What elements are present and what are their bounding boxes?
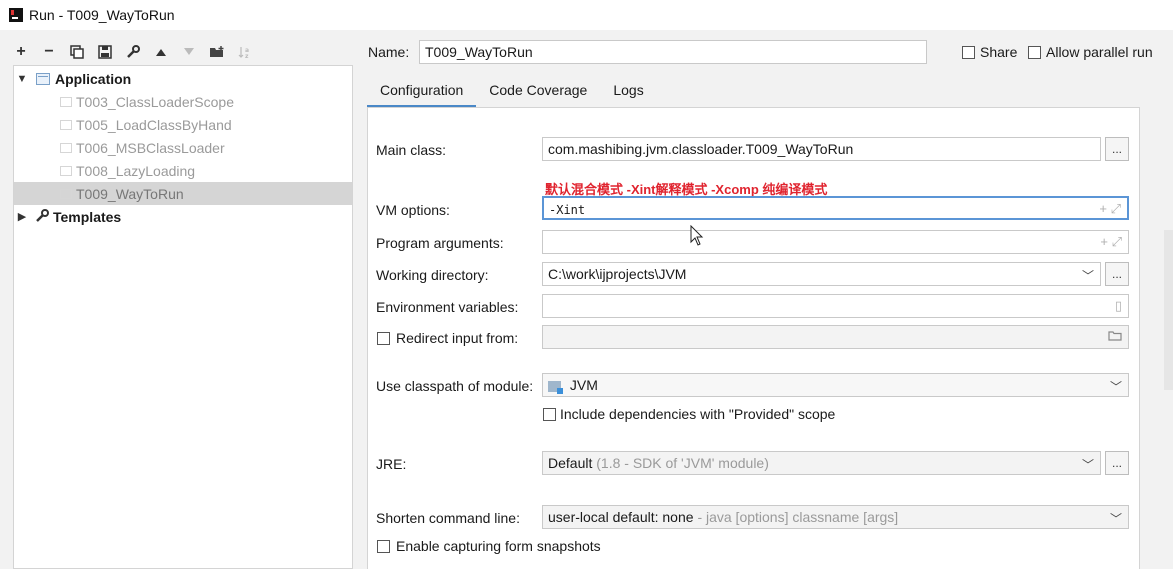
chevron-down-icon[interactable]: ﹀ xyxy=(1082,456,1094,473)
run-config-icon xyxy=(60,142,72,153)
scrollbar[interactable] xyxy=(1164,230,1173,390)
allow-parallel-checkbox[interactable]: Allow parallel run xyxy=(1028,44,1153,60)
copy-icon[interactable] xyxy=(66,41,88,63)
edit-list-icon[interactable]: ▯ xyxy=(1115,298,1122,314)
browse-jre-button[interactable]: ... xyxy=(1105,451,1129,475)
run-config-icon xyxy=(60,188,72,199)
sort-icon[interactable]: az xyxy=(234,41,256,63)
run-config-icon xyxy=(60,119,72,130)
jre-value: Default xyxy=(548,455,593,471)
share-checkbox[interactable]: Share xyxy=(962,44,1017,60)
checkbox-icon[interactable] xyxy=(962,45,975,59)
wrench-icon[interactable] xyxy=(122,41,144,63)
tree-item-label: T009_WayToRun xyxy=(76,185,184,202)
working-directory-label: Working directory: xyxy=(376,267,489,283)
shorten-command-line-value: user-local default: none xyxy=(548,509,694,525)
enable-snapshots-label: Enable capturing form snapshots xyxy=(396,538,601,554)
vm-options-value: -Xint xyxy=(549,203,586,217)
title-bar: Run - T009_WayToRun xyxy=(0,0,1173,30)
vm-options-input[interactable]: -Xint + ⤢ xyxy=(542,196,1129,220)
checkbox-icon[interactable] xyxy=(377,539,390,553)
checkbox-icon[interactable] xyxy=(543,407,556,421)
mouse-cursor-icon xyxy=(690,224,704,250)
allow-parallel-label: Allow parallel run xyxy=(1046,44,1153,60)
classpath-module-select[interactable]: JVM ﹀ xyxy=(542,373,1129,397)
config-toolbar: + − az xyxy=(10,40,256,64)
shorten-command-line-label: Shorten command line: xyxy=(376,510,520,526)
module-icon xyxy=(548,380,563,394)
name-input[interactable]: T009_WayToRun xyxy=(419,40,927,64)
program-arguments-input[interactable]: + ⤢ xyxy=(542,230,1129,254)
main-class-input[interactable]: com.mashibing.jvm.classloader.T009_WayTo… xyxy=(542,137,1101,161)
chevron-down-icon[interactable]: ▼ xyxy=(14,71,30,87)
tree-item[interactable]: T005_LoadClassByHand xyxy=(14,113,352,136)
redirect-input-label: Redirect input from: xyxy=(396,330,519,346)
tab-code-coverage[interactable]: Code Coverage xyxy=(476,74,600,108)
enable-snapshots-checkbox[interactable]: Enable capturing form snapshots xyxy=(377,538,601,554)
tree-item-label: T008_LazyLoading xyxy=(76,162,196,179)
chevron-down-icon[interactable]: ﹀ xyxy=(1110,378,1122,395)
tab-logs[interactable]: Logs xyxy=(600,74,656,108)
environment-variables-input[interactable]: ▯ xyxy=(542,294,1129,318)
folder-icon[interactable] xyxy=(1108,329,1122,344)
share-label: Share xyxy=(980,44,1018,60)
move-down-icon[interactable] xyxy=(178,41,200,63)
new-folder-icon[interactable] xyxy=(206,41,228,63)
tree-node-application[interactable]: ▼ Application xyxy=(14,67,352,90)
tree-item-label: T005_LoadClassByHand xyxy=(76,116,232,133)
include-dependencies-label: Include dependencies with "Provided" sco… xyxy=(560,406,836,422)
tree-item[interactable]: T003_ClassLoaderScope xyxy=(14,90,352,113)
configuration-tree: ▼ Application T003_ClassLoaderScope T005… xyxy=(13,65,353,569)
chevron-down-icon[interactable]: ﹀ xyxy=(1110,510,1122,527)
add-icon[interactable]: + xyxy=(10,41,32,63)
tab-configuration[interactable]: Configuration xyxy=(367,74,477,108)
tree-item-label: T006_MSBClassLoader xyxy=(76,139,225,156)
vm-options-label: VM options: xyxy=(376,202,450,218)
intellij-icon xyxy=(9,8,23,22)
expand-icon[interactable]: + ⤢ xyxy=(1099,201,1121,217)
classpath-label: Use classpath of module: xyxy=(376,378,534,394)
include-dependencies-checkbox[interactable]: Include dependencies with "Provided" sco… xyxy=(543,406,835,422)
tree-item[interactable]: T008_LazyLoading xyxy=(14,159,352,182)
move-up-icon[interactable] xyxy=(150,41,172,63)
tree-label: Templates xyxy=(53,208,122,225)
tree-label: Application xyxy=(55,70,132,87)
save-icon[interactable] xyxy=(94,41,116,63)
working-directory-value: C:\work\ijprojects\JVM xyxy=(548,266,687,282)
main-class-label: Main class: xyxy=(376,142,447,158)
window-title: Run - T009_WayToRun xyxy=(29,7,175,23)
browse-directory-button[interactable]: ... xyxy=(1105,262,1129,286)
shorten-command-line-detail: - java [options] classname [args] xyxy=(697,509,899,525)
checkbox-icon[interactable] xyxy=(1028,45,1041,59)
remove-icon[interactable]: − xyxy=(38,41,60,63)
jre-detail: (1.8 - SDK of 'JVM' module) xyxy=(596,455,769,471)
program-arguments-label: Program arguments: xyxy=(376,235,504,251)
tab-bar: Configuration Code Coverage Logs xyxy=(367,74,657,108)
chevron-right-icon[interactable]: ▶ xyxy=(14,209,30,225)
run-config-icon xyxy=(60,96,72,107)
wrench-icon xyxy=(36,208,49,225)
working-directory-input[interactable]: C:\work\ijprojects\JVM ﹀ xyxy=(542,262,1101,286)
jre-label: JRE: xyxy=(376,456,407,472)
redirect-input-checkbox[interactable]: Redirect input from: xyxy=(377,330,518,346)
chevron-down-icon[interactable]: ﹀ xyxy=(1082,267,1094,284)
expand-icon[interactable]: + ⤢ xyxy=(1100,234,1122,250)
browse-main-class-button[interactable]: ... xyxy=(1105,137,1129,161)
environment-variables-label: Environment variables: xyxy=(376,299,519,315)
run-config-icon xyxy=(60,165,72,176)
checkbox-icon[interactable] xyxy=(377,331,390,345)
redirect-input-field[interactable] xyxy=(542,325,1129,349)
tree-node-templates[interactable]: ▶ Templates xyxy=(14,205,352,228)
tree-item-selected[interactable]: T009_WayToRun xyxy=(14,182,352,205)
name-label: Name: xyxy=(368,44,410,60)
jre-select[interactable]: Default (1.8 - SDK of 'JVM' module) ﹀ xyxy=(542,451,1101,475)
svg-text:z: z xyxy=(245,53,249,59)
tree-item[interactable]: T006_MSBClassLoader xyxy=(14,136,352,159)
shorten-command-line-select[interactable]: user-local default: none - java [options… xyxy=(542,505,1129,529)
classpath-module-value: JVM xyxy=(569,377,598,393)
tree-item-label: T003_ClassLoaderScope xyxy=(76,93,234,110)
application-icon xyxy=(36,72,50,85)
